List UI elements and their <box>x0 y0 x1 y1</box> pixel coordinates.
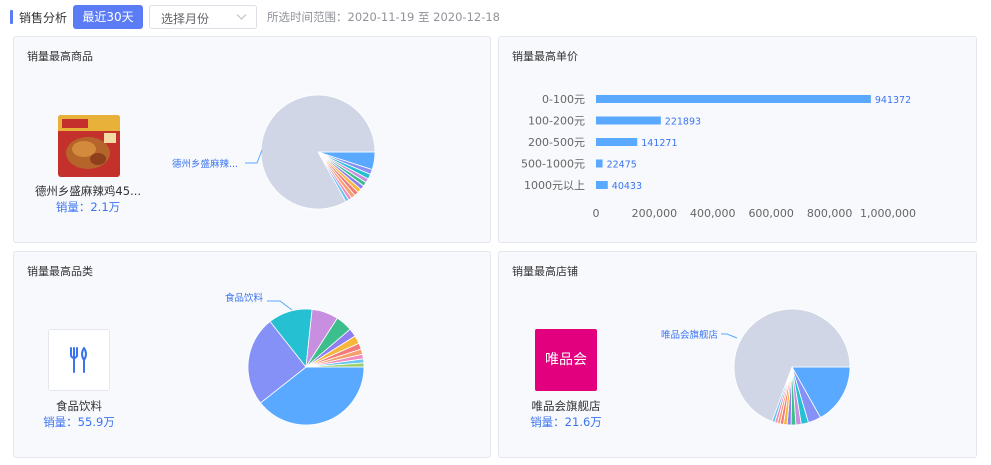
x-tick-label: 600,000 <box>748 207 794 220</box>
pie-label-line <box>267 300 293 311</box>
top-shop-card: 销量最高店铺 唯品会 唯品会旗舰店 销量：21.6万 唯品会旗舰店 <box>498 251 977 458</box>
title-accent-bar <box>10 10 13 24</box>
product-pie-chart: 德州乡盛麻辣... <box>172 94 376 210</box>
date-range-text: 所选时间范围：2020-11-19 至 2020-12-18 <box>267 9 500 25</box>
bar-value-label: 141271 <box>641 138 677 149</box>
y-tick-label: 100-200元 <box>528 115 585 128</box>
price-bar-chart: 0-100元 941372 100-200元 221893 200-500元 141271… <box>521 93 916 220</box>
x-tick-label: 400,000 <box>690 207 736 220</box>
price-bar[interactable] <box>596 138 638 146</box>
bar-value-label: 40433 <box>612 181 642 192</box>
price-bar[interactable] <box>596 95 871 103</box>
range-end: 2020-12-18 <box>433 10 500 24</box>
pie-label-line <box>245 149 263 164</box>
top-price-card: 销量最高单价 0-100元 941372 100-200元 221893 200-500… <box>498 36 977 243</box>
section-title: 销售分析 <box>19 11 68 25</box>
top-product-card: 销量最高商品 德州乡盛麻辣鸡45... 销量：2.1万 德州乡盛麻辣... <box>13 36 491 243</box>
category-pie-chart: 食品饮料 <box>225 292 365 426</box>
shop-pie-chart: 唯品会旗舰店 <box>661 308 851 426</box>
range-separator: 至 <box>418 10 430 24</box>
y-tick-label: 500-1000元 <box>521 158 585 171</box>
top-category-card: 销量最高品类 食品饮料 销量：55.9万 食品饮料 <box>13 251 491 458</box>
pie-label: 食品饮料 <box>225 292 264 304</box>
x-tick-label: 0 <box>593 207 600 220</box>
price-bar[interactable] <box>596 159 603 168</box>
y-tick-label: 1000元以上 <box>524 179 585 192</box>
y-tick-label: 0-100元 <box>542 93 585 106</box>
range-label: 所选时间范围： <box>267 10 348 24</box>
chevron-down-icon <box>236 14 247 20</box>
pie-label: 唯品会旗舰店 <box>661 329 718 341</box>
x-tick-label: 1,000,000 <box>860 207 916 220</box>
pie-label-line <box>721 333 738 339</box>
bar-value-label: 941372 <box>875 95 911 106</box>
bar-value-label: 221893 <box>665 117 701 128</box>
toolbar: 销售分析 最近30天 选择月份 所选时间范围：2020-11-19 至 2020… <box>0 0 991 34</box>
bar-value-label: 22475 <box>607 160 637 171</box>
month-select-placeholder: 选择月份 <box>161 12 210 26</box>
x-tick-label: 200,000 <box>632 207 678 220</box>
y-tick-label: 200-500元 <box>528 136 585 149</box>
pie-label: 德州乡盛麻辣... <box>172 158 238 170</box>
month-select[interactable]: 选择月份 <box>149 5 257 29</box>
x-tick-label: 800,000 <box>807 207 853 220</box>
price-bar[interactable] <box>596 181 608 189</box>
range-start: 2020-11-19 <box>347 10 415 24</box>
price-bar[interactable] <box>596 116 661 125</box>
recent-30-days-button[interactable]: 最近30天 <box>73 5 143 29</box>
